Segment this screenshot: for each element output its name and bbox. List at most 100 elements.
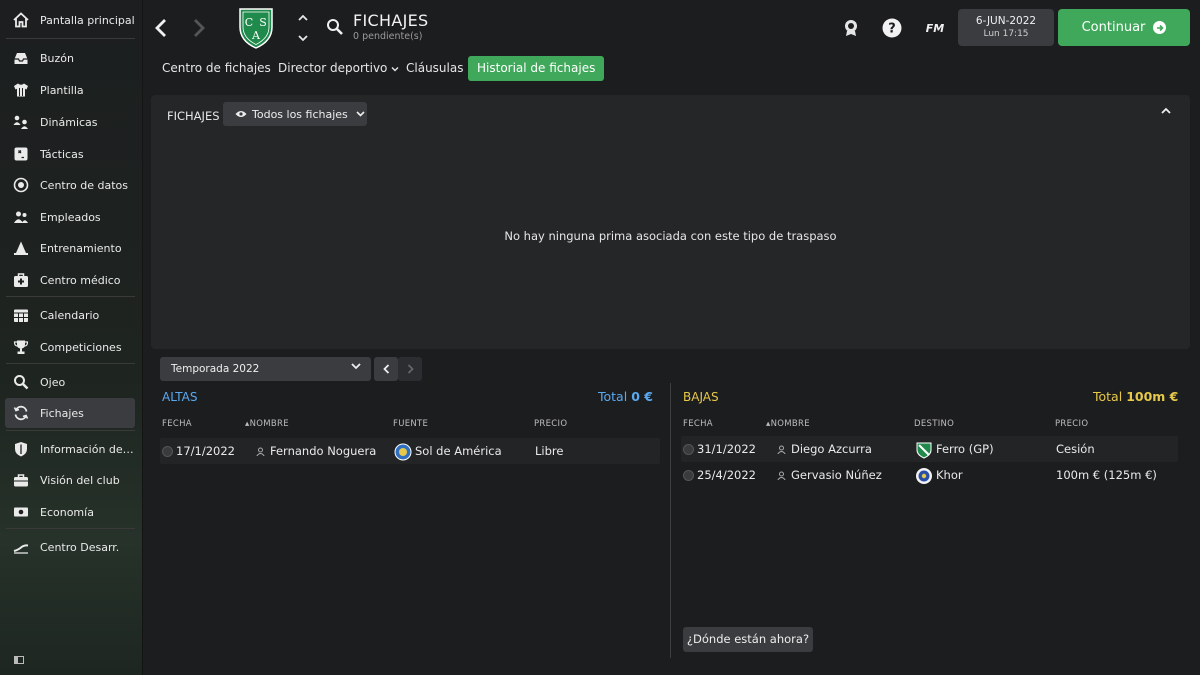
- continue-button[interactable]: Continuar: [1058, 9, 1190, 46]
- transfer-date: 25/4/2022: [697, 468, 756, 482]
- where-are-they-now-button[interactable]: ¿Dónde están ahora?: [683, 627, 813, 652]
- tab-label: Director deportivo: [278, 61, 388, 75]
- tactics-icon: [13, 146, 29, 162]
- sidebar-item-club-info[interactable]: Información del club: [5, 434, 135, 464]
- arrivals-title: ALTAS: [162, 390, 198, 404]
- filter-label: Todos los fichajes: [252, 107, 348, 121]
- search-icon[interactable]: [326, 18, 344, 40]
- club-crest[interactable]: C S A: [236, 7, 276, 49]
- club-name[interactable]: Sol de América: [415, 444, 502, 458]
- sidebar-item-inbox[interactable]: Buzón: [5, 43, 135, 73]
- club-name[interactable]: Khor: [936, 468, 963, 482]
- sidebar-collapse-icon[interactable]: [14, 656, 24, 667]
- sidebar-item-data-hub[interactable]: Centro de datos: [5, 170, 135, 200]
- next-season-button[interactable]: [398, 357, 422, 381]
- data-hub-icon: [13, 177, 29, 193]
- award-icon[interactable]: [840, 17, 862, 39]
- sidebar-item-label: Información del club: [40, 442, 135, 456]
- club-badge-icon: [394, 443, 412, 460]
- page-subtitle: 0 pendiente(s): [353, 31, 423, 42]
- tab-transfer-centre[interactable]: Centro de fichajes: [153, 56, 280, 81]
- total-value: 100m €: [1126, 389, 1179, 404]
- sidebar-item-medical[interactable]: Centro médico: [5, 265, 135, 295]
- sidebar-divider: [6, 38, 135, 39]
- column-header-price[interactable]: PRECIO: [1055, 419, 1088, 429]
- inbox-icon: [13, 50, 29, 66]
- table-row[interactable]: 25/4/2022 Gervasio Núñez Khor 100m € (12…: [681, 462, 1178, 488]
- panel-label: FICHAJES: [167, 109, 220, 123]
- dynamics-icon: [13, 114, 29, 130]
- collapse-panel-button[interactable]: [1158, 102, 1174, 118]
- row-checkbox[interactable]: [683, 470, 694, 481]
- column-header-source[interactable]: FUENTE: [393, 419, 428, 429]
- svg-text:?: ?: [888, 22, 896, 37]
- player-name[interactable]: Fernando Noguera: [270, 444, 376, 458]
- date-button[interactable]: 6-JUN-2022 Lun 17:15: [958, 9, 1054, 46]
- column-header-date[interactable]: FECHA: [162, 419, 192, 429]
- sidebar-item-scouting[interactable]: Ojeo: [5, 367, 135, 397]
- transfer-price: 100m € (125m €): [1056, 468, 1157, 482]
- sidebar: Pantalla principal Buzón Plantilla Dinám…: [0, 0, 143, 675]
- empty-state-message: No hay ninguna prima asociada con este t…: [504, 229, 837, 243]
- sidebar-item-squad[interactable]: Plantilla: [5, 75, 135, 105]
- fm-menu-button[interactable]: FM: [922, 17, 948, 39]
- row-checkbox[interactable]: [162, 446, 173, 457]
- sidebar-item-label: Empleados: [40, 210, 101, 224]
- back-button[interactable]: [150, 14, 172, 42]
- tab-clauses[interactable]: Cláusulas: [397, 56, 472, 81]
- tab-label: Cláusulas: [406, 61, 464, 75]
- chevron-down-icon: [356, 111, 365, 117]
- column-header-destination[interactable]: DESTINO: [914, 419, 954, 429]
- column-header-date[interactable]: FECHA: [683, 419, 713, 429]
- sidebar-divider: [6, 430, 135, 431]
- club-name[interactable]: Ferro (GP): [936, 442, 994, 456]
- training-cone-icon: [13, 240, 29, 256]
- sidebar-item-competitions[interactable]: Competiciones: [5, 332, 135, 362]
- sidebar-item-transfers[interactable]: Fichajes: [5, 398, 135, 428]
- tab-bar: Centro de fichajes Director deportivo Cl…: [143, 56, 1200, 82]
- sidebar-divider: [6, 296, 135, 297]
- club-switcher[interactable]: [296, 14, 310, 42]
- transfers-icon: [13, 405, 29, 421]
- previous-season-button[interactable]: [374, 357, 398, 381]
- row-checkbox[interactable]: [683, 444, 694, 455]
- chevron-down-icon: [298, 35, 308, 42]
- table-row[interactable]: 31/1/2022 Diego Azcurra Ferro (GP) Cesió…: [681, 436, 1178, 462]
- player-name[interactable]: Gervasio Núñez: [791, 468, 882, 482]
- sidebar-item-finances[interactable]: Economía: [5, 497, 135, 527]
- player-name[interactable]: Diego Azcurra: [791, 442, 872, 456]
- chevron-left-icon: [155, 19, 166, 37]
- scouting-search-icon: [13, 374, 29, 390]
- help-icon[interactable]: ?: [881, 17, 903, 39]
- trophy-icon: [13, 339, 29, 355]
- sidebar-item-dynamics[interactable]: Dinámicas: [5, 107, 135, 137]
- person-icon: [256, 447, 265, 456]
- season-dropdown[interactable]: Temporada 2022: [160, 357, 371, 381]
- sidebar-item-training[interactable]: Entrenamiento: [5, 233, 135, 263]
- sidebar-item-development[interactable]: Centro Desarr.: [5, 532, 135, 562]
- column-header-price[interactable]: PRECIO: [534, 419, 567, 429]
- sidebar-item-label: Competiciones: [40, 340, 122, 354]
- sidebar-item-label: Economía: [40, 505, 94, 519]
- departures-title: BAJAS: [683, 390, 719, 404]
- sidebar-divider: [6, 363, 135, 364]
- sidebar-item-label: Ojeo: [40, 375, 66, 389]
- sidebar-item-label: Pantalla principal: [40, 13, 135, 27]
- tab-label: Historial de fichajes: [477, 61, 596, 75]
- column-header-name[interactable]: ▴NOMBRE: [766, 419, 810, 429]
- transfer-price: Libre: [535, 444, 564, 458]
- total-value: 0 €: [631, 389, 653, 404]
- forward-button[interactable]: [188, 14, 210, 42]
- tab-transfer-history[interactable]: Historial de fichajes: [468, 56, 605, 81]
- column-header-name[interactable]: ▴NOMBRE: [245, 419, 289, 429]
- sidebar-item-label: Centro Desarr.: [40, 540, 120, 554]
- transfer-filter-dropdown[interactable]: Todos los fichajes: [223, 102, 367, 126]
- sidebar-item-home[interactable]: Pantalla principal: [5, 5, 135, 35]
- sidebar-item-calendar[interactable]: Calendario: [5, 300, 135, 330]
- sidebar-item-club-vision[interactable]: Visión del club: [5, 465, 135, 495]
- table-row[interactable]: 17/1/2022 Fernando Noguera Sol de Améric…: [160, 438, 660, 464]
- tab-director-of-football[interactable]: Director deportivo: [269, 56, 408, 81]
- sidebar-item-tactics[interactable]: Tácticas: [5, 139, 135, 169]
- sidebar-item-label: Calendario: [40, 308, 100, 322]
- sidebar-item-staff[interactable]: Empleados: [5, 202, 135, 232]
